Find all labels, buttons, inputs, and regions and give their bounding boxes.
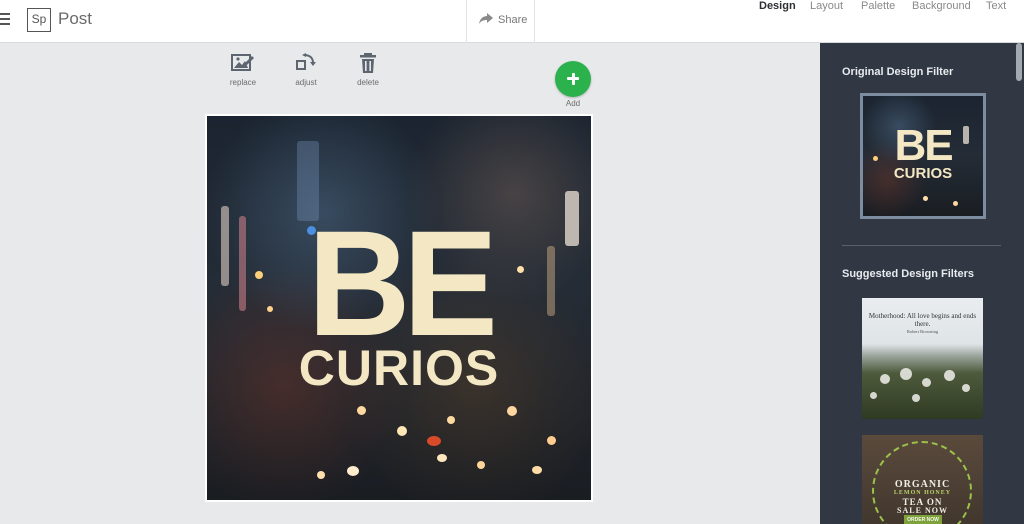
tea-line-2: LEMON HONEY	[893, 490, 952, 496]
panel-scrollbar[interactable]	[1016, 43, 1022, 81]
replace-image-icon	[231, 54, 254, 71]
tab-palette-label: Palette	[861, 0, 896, 12]
app-logo: Sp	[27, 8, 51, 32]
add-label: Add	[565, 99, 581, 108]
hamburger-menu-icon[interactable]	[0, 13, 10, 27]
tea-line-1: ORGANIC	[894, 479, 951, 490]
original-thumb-headline: BE	[894, 121, 953, 170]
design-subline: CURIOS	[298, 340, 500, 396]
tab-layout[interactable]: Layout	[810, 0, 843, 12]
suggested-filter-tea-sale[interactable]: ORGANIC LEMON HONEY TEA ON SALE NOW ORDE…	[862, 435, 983, 524]
tab-design[interactable]: Design	[759, 0, 796, 12]
adjust-label: adjust	[295, 78, 317, 87]
tab-background-label: Background	[912, 0, 971, 12]
suggested-quote-text: Motherhood: All love begins and ends the…	[868, 312, 977, 328]
tab-text[interactable]: Text	[986, 0, 1006, 12]
tea-line-4: SALE NOW	[897, 506, 948, 515]
tab-text-label: Text	[986, 0, 1007, 12]
design-canvas[interactable]: BE CURIOS	[205, 114, 593, 502]
trash-icon	[360, 53, 376, 73]
share-arrow-icon	[479, 13, 493, 24]
delete-button[interactable]: delete	[343, 53, 393, 87]
original-filter-thumbnail[interactable]: BE CURIOS	[860, 93, 986, 219]
suggested-filter-dandelion[interactable]: Motherhood: All love begins and ends the…	[862, 298, 983, 419]
design-filters-panel: Original Design Filter BE CURIOS Suggest…	[820, 43, 1024, 524]
tab-layout-label: Layout	[810, 0, 844, 12]
panel-divider	[842, 245, 1001, 246]
add-button[interactable]	[555, 61, 591, 97]
tea-order-button: ORDER NOW	[904, 515, 942, 524]
delete-label: delete	[357, 78, 379, 87]
suggested-quote-author: Robert Browning	[906, 329, 939, 334]
adjust-crop-icon	[296, 53, 316, 70]
tab-design-label: Design	[759, 0, 796, 12]
tab-palette[interactable]: Palette	[861, 0, 895, 12]
original-thumb-subline: CURIOS	[893, 165, 953, 182]
share-button[interactable]: Share	[466, 0, 535, 43]
top-bar: Sp Post Share Design Layout Palette Back…	[0, 0, 1024, 43]
design-headline: BE	[307, 199, 498, 367]
adjust-button[interactable]: adjust	[281, 53, 331, 87]
city-night-background-image: BE CURIOS	[207, 116, 591, 500]
original-filter-heading: Original Design Filter	[842, 66, 954, 78]
share-label: Share	[498, 14, 528, 26]
replace-button[interactable]: replace	[218, 53, 268, 87]
app-title: Post	[58, 9, 93, 28]
replace-label: replace	[229, 78, 257, 87]
suggested-filters-heading: Suggested Design Filters	[842, 268, 975, 280]
tab-background[interactable]: Background	[912, 0, 971, 12]
